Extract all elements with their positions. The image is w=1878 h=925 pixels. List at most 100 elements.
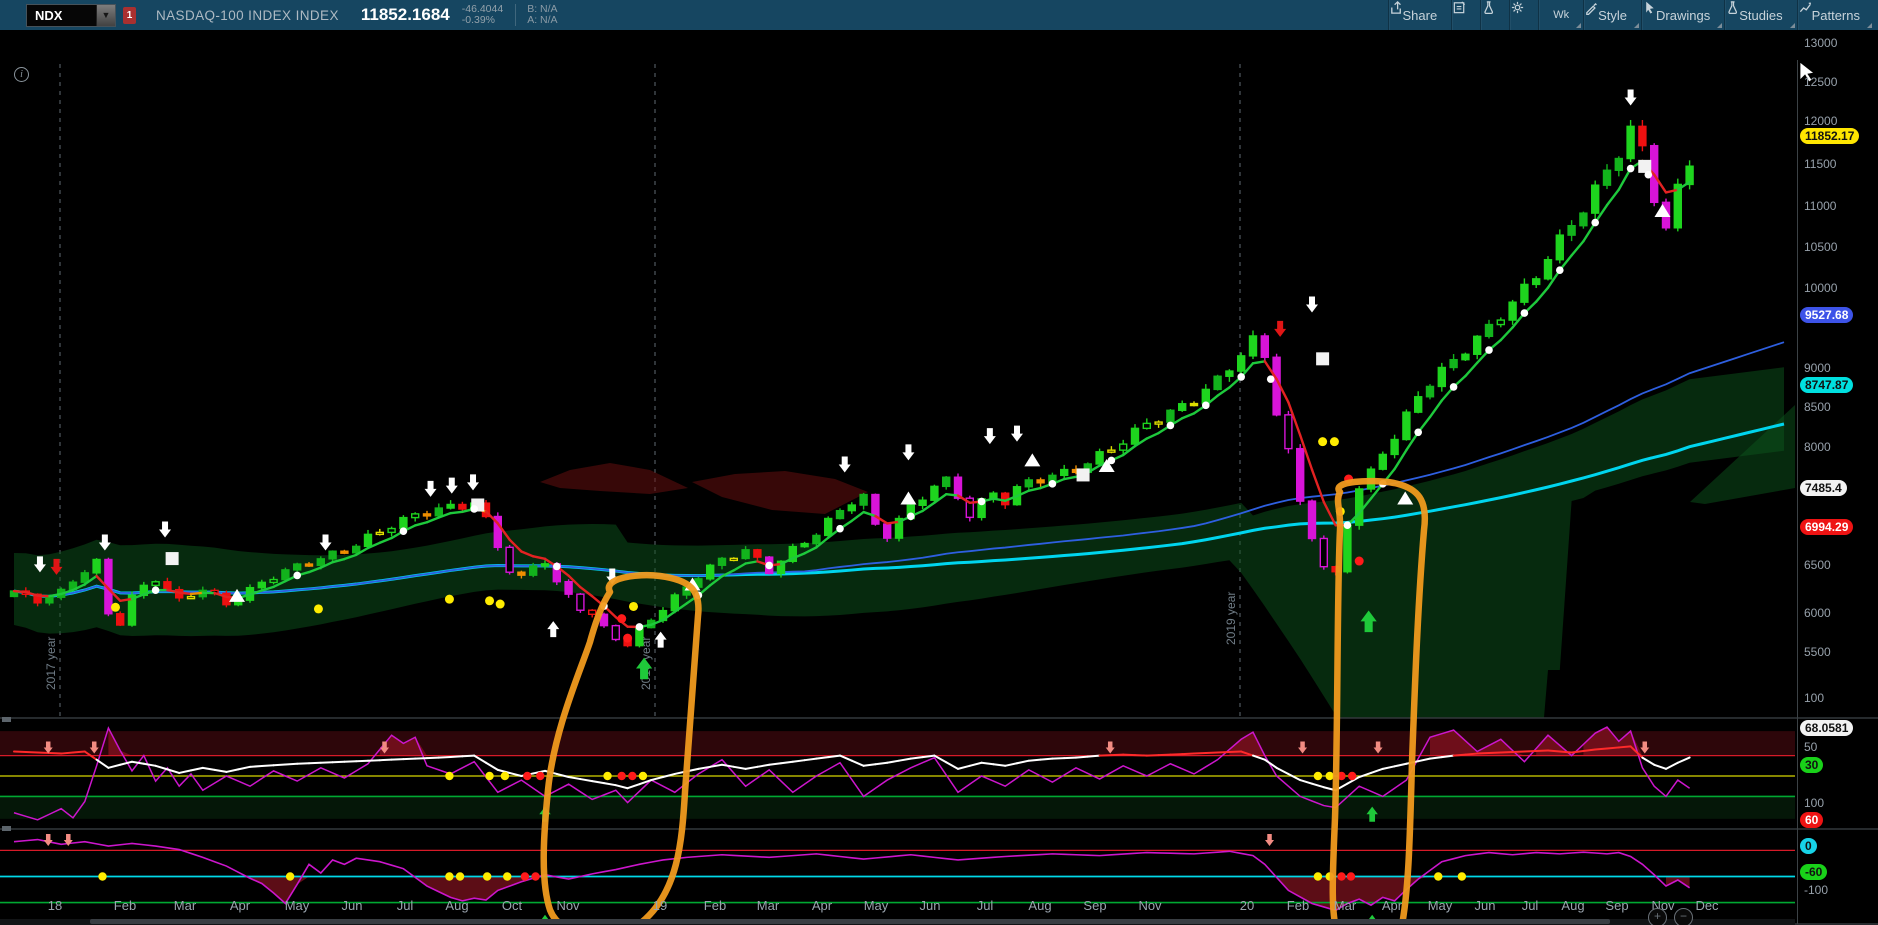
white-dot-marker bbox=[1237, 373, 1245, 381]
toolbar-button-label: Patterns bbox=[1812, 8, 1860, 23]
yellow-dot-marker bbox=[603, 772, 611, 780]
rsi-value-bubble: 68.0581 bbox=[1800, 720, 1853, 736]
square-marker bbox=[166, 552, 179, 565]
square-marker bbox=[1638, 160, 1651, 173]
down-arrow-marker bbox=[467, 474, 479, 490]
dropdown-corner-icon bbox=[1867, 23, 1872, 28]
down-arrow-marker bbox=[902, 444, 914, 460]
x-axis-tick: Aug bbox=[445, 898, 468, 913]
y-axis-tick: 8500 bbox=[1804, 400, 1831, 414]
down-arrow-marker bbox=[984, 428, 996, 444]
up-arrow-marker bbox=[547, 621, 559, 637]
yellow-dot-marker bbox=[286, 872, 294, 880]
share-button[interactable]: Share bbox=[1388, 0, 1452, 30]
lab-button[interactable] bbox=[1480, 0, 1509, 30]
x-axis-tick: Oct bbox=[502, 898, 522, 913]
y-axis-tick: 6500 bbox=[1804, 558, 1831, 572]
red-dot-marker bbox=[1355, 557, 1364, 566]
white-dot-marker bbox=[1108, 457, 1116, 465]
zoom-in-button[interactable]: + bbox=[1648, 908, 1667, 925]
style-button[interactable]: Style bbox=[1583, 0, 1641, 30]
yellow-dot-marker bbox=[485, 772, 493, 780]
toolbar-button-label: Style bbox=[1598, 8, 1627, 23]
x-axis-tick: Jul bbox=[1522, 898, 1539, 913]
x-axis-tick: May bbox=[1428, 898, 1453, 913]
dropdown-corner-icon bbox=[1576, 23, 1581, 28]
toolbar-button-label: Wk bbox=[1553, 9, 1569, 21]
yellow-dot-marker bbox=[445, 772, 453, 780]
report-button[interactable] bbox=[1451, 0, 1480, 30]
yellow-dot-marker bbox=[1434, 872, 1442, 880]
osc-lower-band-bubble: -60 bbox=[1800, 864, 1827, 880]
x-axis-tick: Feb bbox=[704, 898, 726, 913]
x-axis-tick: Sep bbox=[1083, 898, 1106, 913]
down-arrow-marker bbox=[159, 521, 171, 537]
red-dot-marker bbox=[523, 772, 531, 780]
white-dot-marker bbox=[152, 586, 160, 594]
yellow-dot-marker bbox=[503, 872, 511, 880]
yellow-dot-marker bbox=[1326, 772, 1334, 780]
square-marker bbox=[1316, 352, 1329, 365]
settings-button[interactable] bbox=[1509, 0, 1538, 30]
alert-badge[interactable]: 1 bbox=[123, 7, 136, 24]
down-arrow-marker bbox=[1625, 89, 1637, 105]
white-dot-marker bbox=[553, 563, 561, 571]
white-dot-marker bbox=[978, 498, 986, 506]
gear-icon bbox=[1510, 0, 1525, 15]
symbol-dropdown-button[interactable]: ▼ bbox=[96, 5, 115, 26]
yellow-dot-marker bbox=[456, 872, 464, 880]
timeframe-button[interactable]: Wk bbox=[1538, 0, 1583, 30]
beaker-icon bbox=[1481, 0, 1496, 15]
x-axis-tick: May bbox=[864, 898, 889, 913]
bid-ask: B: N/A A: N/A bbox=[515, 4, 557, 26]
x-axis-tick: Mar bbox=[1334, 898, 1356, 913]
down-arrow-marker bbox=[44, 834, 53, 846]
drawings-button[interactable]: Drawings bbox=[1641, 0, 1724, 30]
rsi-panel bbox=[0, 727, 1795, 822]
scrollbar-thumb[interactable] bbox=[90, 919, 1610, 924]
x-axis-tick: Mar bbox=[757, 898, 779, 913]
y-axis-tick: 5500 bbox=[1804, 645, 1831, 659]
y-axis-tick: 9000 bbox=[1804, 361, 1831, 375]
down-arrow-marker bbox=[839, 457, 851, 473]
patterns-button[interactable]: Patterns bbox=[1797, 0, 1874, 30]
osc-upper-band-bubble: 60 bbox=[1800, 812, 1823, 828]
yellow-dot-marker bbox=[485, 596, 494, 605]
yellow-dot-marker bbox=[314, 604, 323, 613]
red-dot-marker bbox=[1347, 872, 1355, 880]
year-label: 2017 year bbox=[44, 637, 58, 690]
y-axis-tick: 13000 bbox=[1804, 36, 1837, 50]
up-arrow-marker bbox=[655, 632, 667, 648]
y-axis-tick: 11000 bbox=[1804, 199, 1836, 213]
yellow-dot-marker bbox=[639, 772, 647, 780]
studies-button[interactable]: Studies bbox=[1724, 0, 1796, 30]
white-dot-marker bbox=[293, 572, 301, 580]
y-axis-tick: 50 bbox=[1804, 740, 1817, 754]
red-dot-marker bbox=[628, 772, 636, 780]
zoom-out-button[interactable]: − bbox=[1674, 908, 1693, 925]
yellow-dot-marker bbox=[1314, 872, 1322, 880]
x-axis-tick: Sep bbox=[1605, 898, 1628, 913]
x-axis-tick: Dec bbox=[1695, 898, 1718, 913]
panel-splitter-handle[interactable] bbox=[2, 826, 11, 831]
yellow-dot-marker bbox=[111, 603, 120, 612]
dropdown-corner-icon bbox=[1634, 23, 1639, 28]
yellow-dot-marker bbox=[445, 595, 454, 604]
white-dot-marker bbox=[636, 623, 644, 631]
y-axis-tick: 12500 bbox=[1804, 75, 1837, 89]
white-dot-marker bbox=[1414, 429, 1422, 437]
x-axis-tick: 20 bbox=[1240, 898, 1254, 913]
time-scrollbar[interactable] bbox=[0, 919, 1795, 925]
y-axis-tick: 10500 bbox=[1804, 240, 1837, 254]
info-icon[interactable]: i bbox=[14, 67, 29, 82]
white-dot-marker bbox=[1450, 383, 1458, 391]
dropdown-corner-icon bbox=[1790, 23, 1795, 28]
red-dot-marker bbox=[1337, 872, 1345, 880]
white-dot-marker bbox=[1627, 165, 1635, 173]
white-dot-marker bbox=[1267, 375, 1275, 383]
symbol-select[interactable]: NDX ▼ bbox=[26, 4, 116, 27]
y-axis-tick: 6000 bbox=[1804, 606, 1831, 620]
y-axis-tick: 100 bbox=[1804, 691, 1824, 705]
down-arrow-marker bbox=[320, 534, 332, 550]
panel-splitter-handle[interactable] bbox=[2, 717, 11, 722]
